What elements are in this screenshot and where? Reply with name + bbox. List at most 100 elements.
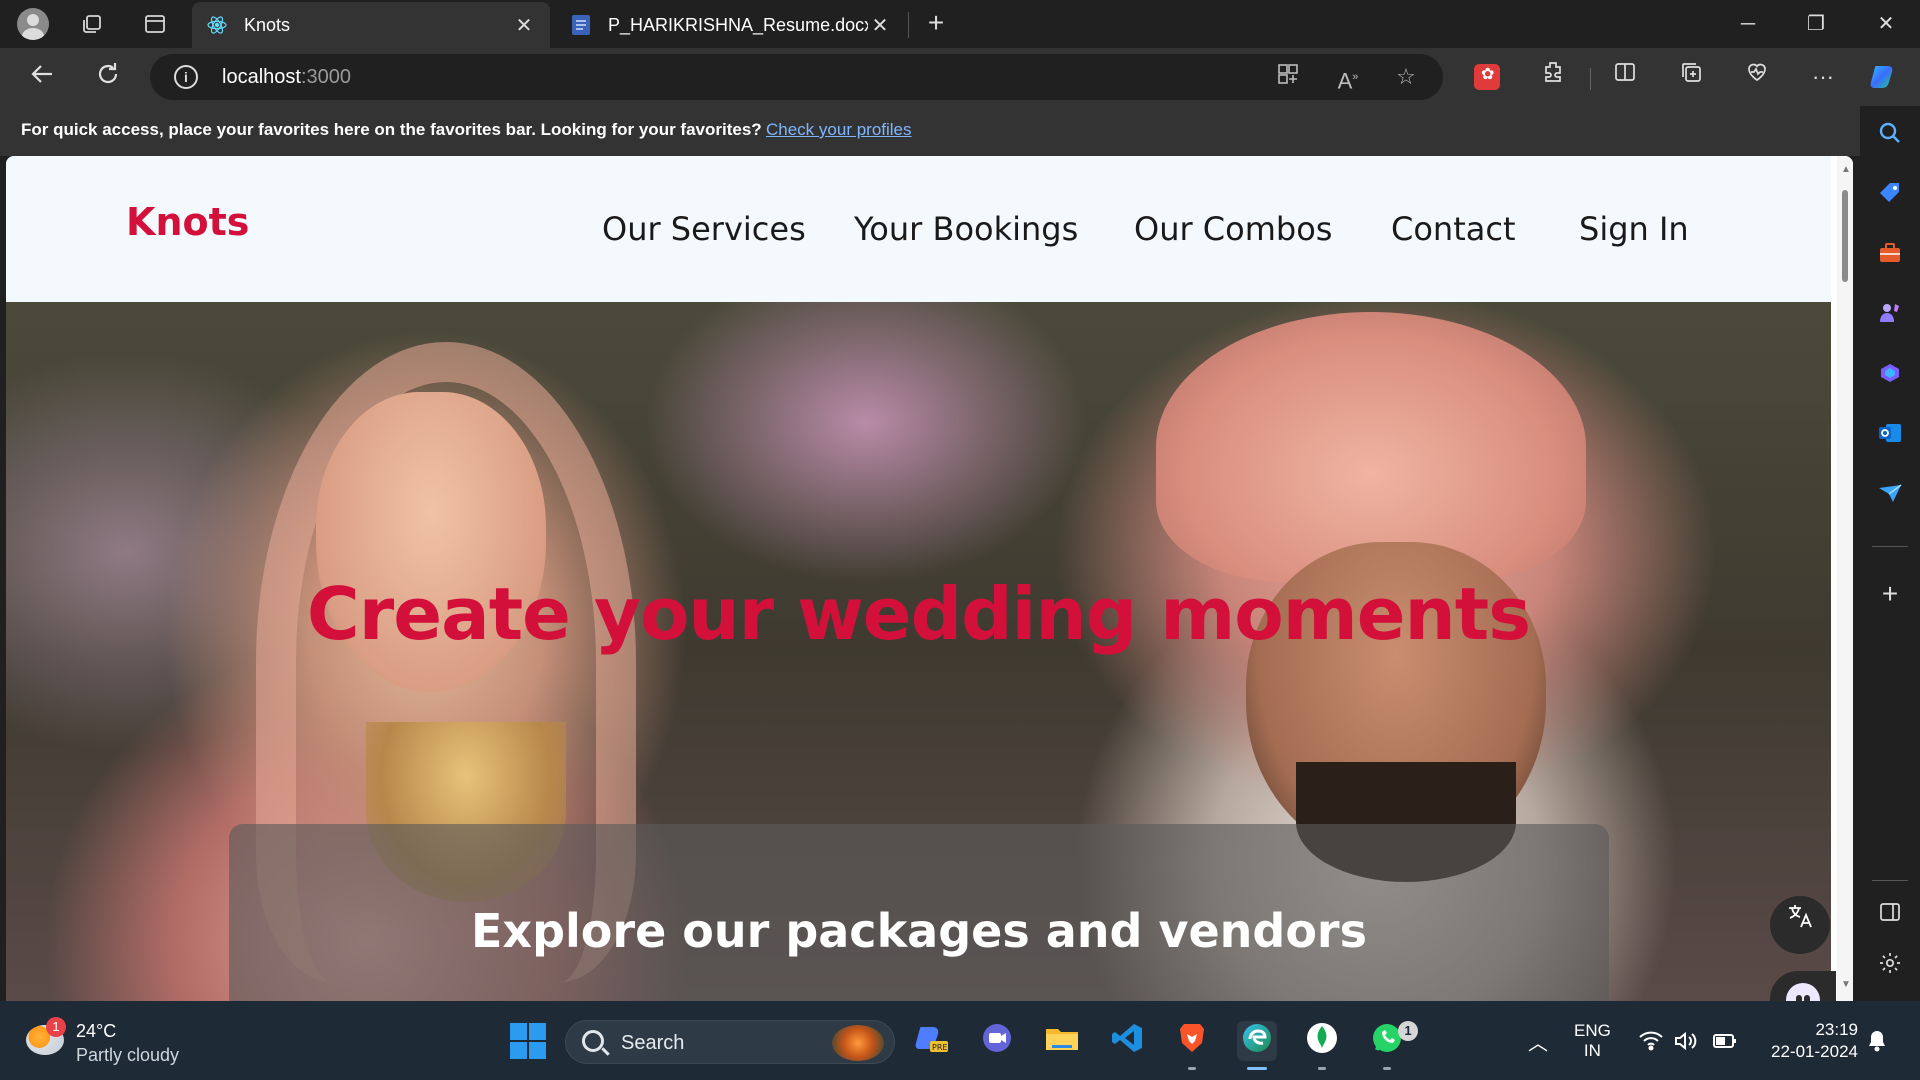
mongodb-compass-icon[interactable] (1302, 1021, 1342, 1070)
language-region: IN (1583, 1041, 1601, 1060)
svg-text:PRE: PRE (932, 1043, 947, 1052)
system-clock[interactable]: 23:19 22-01-2024 (1762, 1019, 1858, 1063)
app-running-indicator (1318, 1067, 1326, 1070)
windows-start-icon[interactable] (508, 1021, 548, 1061)
sidebar-hide-icon[interactable] (1872, 898, 1908, 934)
url-text[interactable]: localhost:3000 (222, 66, 351, 89)
back-icon[interactable] (24, 60, 60, 96)
app-running-indicator (1383, 1067, 1391, 1070)
file-explorer-icon[interactable] (1042, 1021, 1082, 1061)
sidebar-games-icon[interactable] (1872, 300, 1908, 336)
tab-knots[interactable]: Knots ✕ (192, 2, 550, 48)
app-active-indicator (1247, 1067, 1267, 1070)
weather-temperature: 24°C (76, 1021, 117, 1041)
nav-our-services[interactable]: Our Services (602, 210, 806, 248)
search-icon (582, 1030, 604, 1052)
sidebar-outlook-icon[interactable] (1872, 420, 1908, 456)
volume-icon[interactable] (1674, 1031, 1700, 1056)
read-aloud-icon[interactable]: A» (1334, 63, 1362, 93)
sidebar-add-icon[interactable]: + (1872, 576, 1908, 612)
taskbar-search[interactable]: Search (565, 1020, 895, 1064)
check-profiles-link[interactable]: Check your profiles (766, 120, 912, 140)
edge-browser-icon[interactable] (1237, 1021, 1277, 1070)
tab-resume[interactable]: P_HARIKRISHNA_Resume.docx - ✕ (556, 2, 906, 48)
close-window-icon[interactable]: ✕ (1862, 6, 1910, 42)
weather-condition: Partly cloudy (76, 1045, 180, 1065)
sidebar-copilot-icon[interactable] (1872, 360, 1908, 396)
notifications-bell-icon[interactable] (1866, 1029, 1888, 1058)
favorite-star-icon[interactable]: ☆ (1392, 63, 1420, 91)
translate-icon[interactable] (1770, 896, 1830, 954)
sidebar-drop-icon[interactable] (1872, 480, 1908, 516)
toolbar-divider (1590, 68, 1591, 90)
sidebar-divider (1872, 546, 1908, 547)
battery-icon[interactable] (1712, 1032, 1738, 1055)
react-icon (206, 14, 228, 36)
windows-taskbar: 1 24°C Partly cloudy Search PRE 1 ︿ ENG … (0, 1001, 1920, 1080)
sidebar-settings-icon[interactable] (1872, 950, 1908, 986)
copilot-icon[interactable] (1868, 60, 1902, 94)
app-available-icon[interactable] (1274, 63, 1302, 91)
sidebar-search-icon[interactable] (1872, 120, 1908, 156)
app-running-indicator (1188, 1067, 1196, 1070)
tab-actions-icon[interactable] (139, 8, 171, 40)
extension-red-icon[interactable]: ✿ (1470, 60, 1504, 94)
weather-widget[interactable]: 1 24°C Partly cloudy (26, 1017, 246, 1067)
sidebar-tools-icon[interactable] (1872, 240, 1908, 276)
clock-date: 22-01-2024 (1771, 1042, 1858, 1061)
search-label: Search (621, 1032, 685, 1054)
tab-title: Knots (244, 14, 291, 35)
nav-sign-in[interactable]: Sign In (1579, 210, 1689, 248)
browser-essentials-icon[interactable] (1740, 60, 1774, 94)
browser-title-bar: Knots ✕ P_HARIKRISHNA_Resume.docx - ✕ + … (0, 0, 1920, 48)
collections-icon[interactable] (1674, 60, 1708, 94)
whatsapp-notification-badge: 1 (1398, 1021, 1418, 1041)
scrollbar-thumb[interactable] (1842, 190, 1848, 282)
nav-your-bookings[interactable]: Your Bookings (854, 210, 1078, 248)
weather-notification-badge: 1 (46, 1017, 66, 1037)
page-viewport: Knots Our Services Your Bookings Our Com… (6, 156, 1853, 1001)
vscode-icon[interactable] (1107, 1021, 1147, 1061)
teams-meet-icon[interactable] (977, 1021, 1017, 1061)
profile-avatar-icon[interactable] (17, 8, 49, 40)
hero-cta-panel[interactable]: Explore our packages and vendors (229, 824, 1609, 1001)
browser-toolbar: i localhost:3000 A» ☆ ✿ ··· (0, 48, 1920, 106)
scroll-up-icon[interactable]: ▲ (1841, 164, 1851, 175)
refresh-icon[interactable] (90, 60, 126, 96)
sidebar-divider (1872, 880, 1908, 881)
show-hidden-icons-chevron-icon[interactable]: ︿ (1528, 1027, 1548, 1056)
page-scrollbar[interactable]: ▲ ▼ (1837, 156, 1853, 1001)
edge-sidebar: + (1860, 106, 1920, 1001)
more-options-icon[interactable]: ··· (1806, 60, 1840, 94)
favorites-bar: For quick access, place your favorites h… (0, 106, 1920, 156)
workspaces-icon[interactable] (76, 8, 108, 40)
sidebar-shopping-icon[interactable] (1872, 180, 1908, 216)
tab-title: P_HARIKRISHNA_Resume.docx - (608, 14, 868, 35)
word-doc-icon (570, 14, 592, 36)
hero-panel-text: Explore our packages and vendors (471, 904, 1367, 958)
restore-icon[interactable]: ❐ (1792, 6, 1840, 42)
hero-title: Create your wedding moments (306, 572, 1531, 656)
site-navbar: Knots Our Services Your Bookings Our Com… (6, 156, 1831, 302)
close-tab-icon[interactable]: ✕ (868, 13, 892, 38)
nav-our-combos[interactable]: Our Combos (1134, 210, 1332, 248)
site-info-icon[interactable]: i (174, 65, 198, 89)
split-screen-icon[interactable] (1608, 60, 1642, 94)
favorites-bar-message: For quick access, place your favorites h… (21, 120, 762, 139)
extensions-icon[interactable] (1536, 60, 1570, 94)
nav-contact[interactable]: Contact (1391, 210, 1516, 248)
brand-logo[interactable]: Knots (126, 200, 249, 244)
close-tab-icon[interactable]: ✕ (512, 13, 536, 38)
language-code: ENG (1574, 1021, 1611, 1040)
hero-banner-image: Create your wedding moments Explore our … (6, 302, 1831, 1001)
tab-divider (908, 12, 909, 38)
clock-time: 23:19 (1815, 1020, 1858, 1039)
minimize-icon[interactable]: ─ (1724, 6, 1772, 42)
new-tab-icon[interactable]: + (920, 8, 952, 40)
wifi-icon[interactable] (1638, 1031, 1664, 1056)
brave-browser-icon[interactable] (1172, 1021, 1212, 1070)
input-language-indicator[interactable]: ENG IN (1574, 1021, 1611, 1061)
scroll-down-icon[interactable]: ▼ (1841, 979, 1851, 990)
copilot-preview-app-icon[interactable]: PRE (912, 1021, 952, 1061)
address-bar[interactable]: i localhost:3000 A» ☆ (150, 54, 1443, 100)
